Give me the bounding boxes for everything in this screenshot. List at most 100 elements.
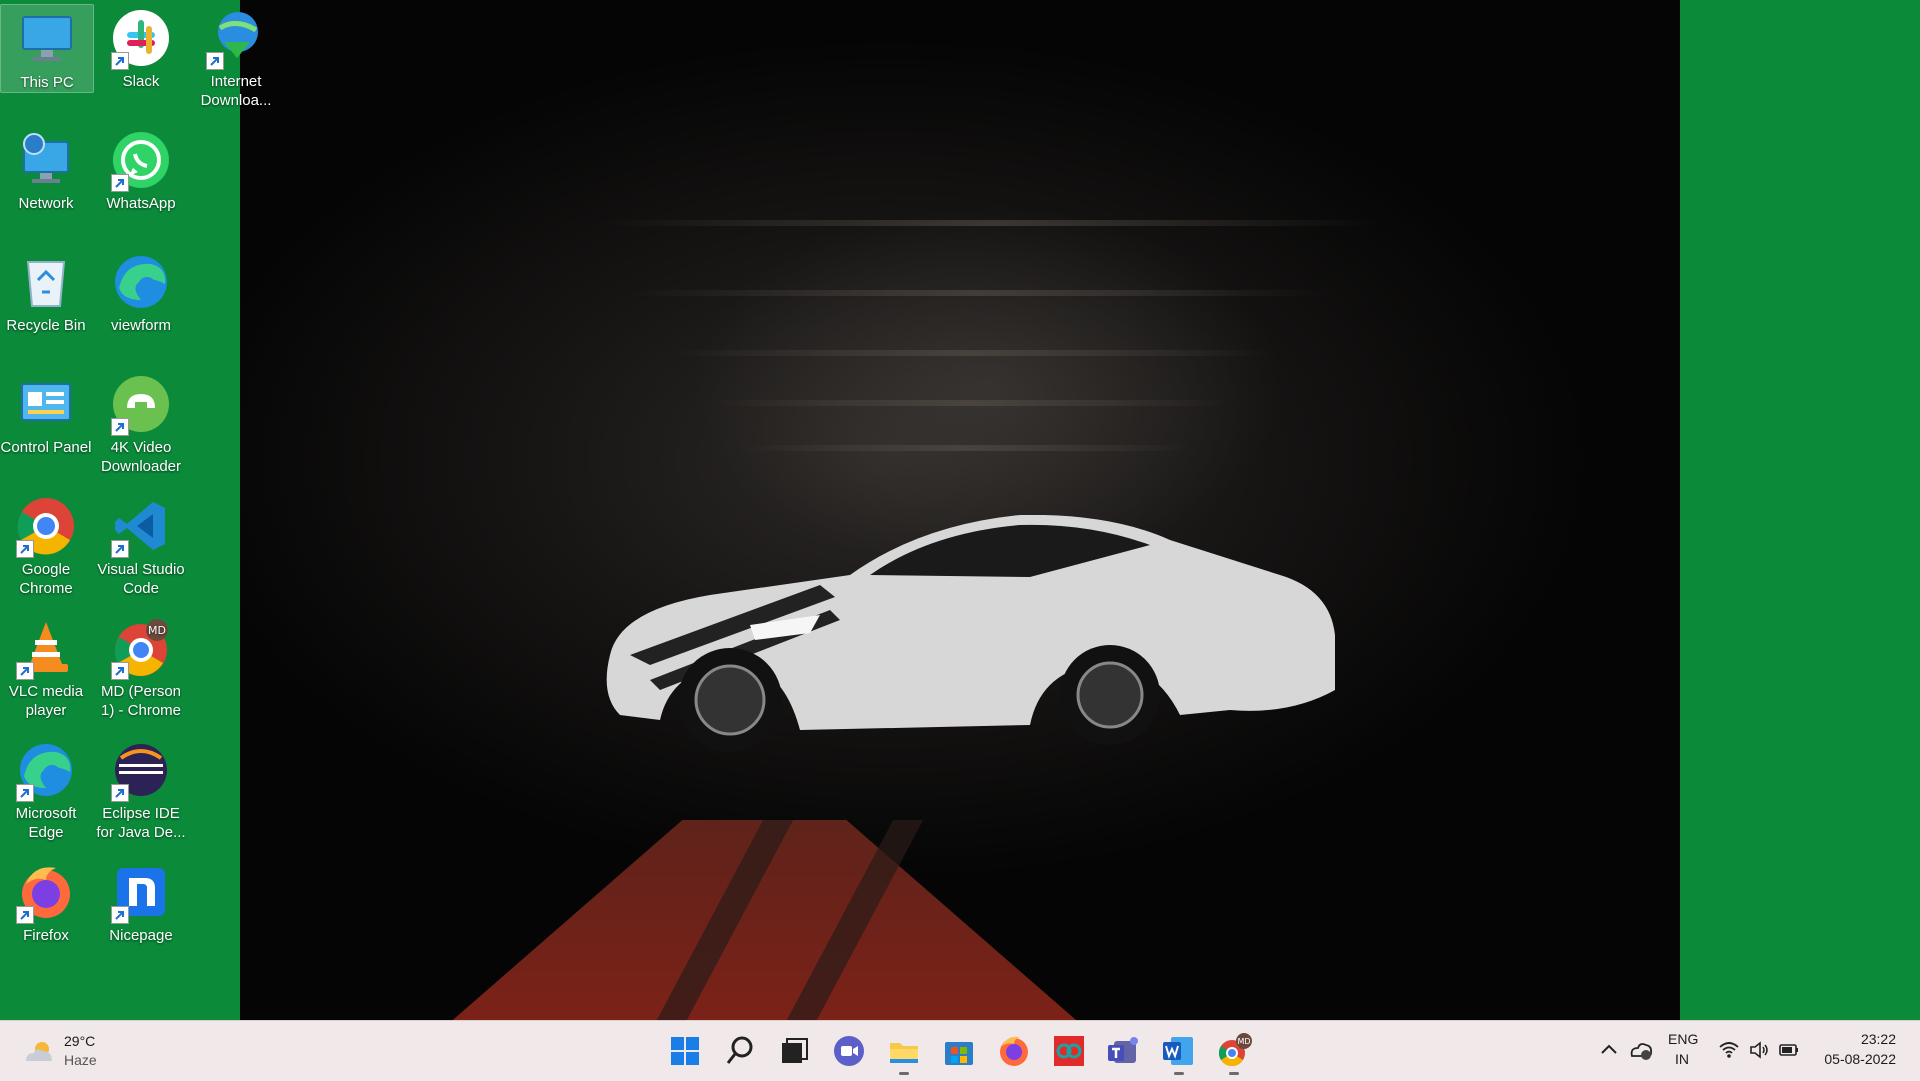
windows-start-icon [671,1037,699,1065]
desktop-icon-google-chrome[interactable]: Google Chrome [0,492,92,598]
desktop-icon-nicepage[interactable]: Nicepage [95,858,187,945]
chevron-up-icon [1601,1044,1617,1054]
recycle-bin-icon [16,252,76,312]
microsoft-store-button[interactable] [941,1033,977,1069]
monitor-icon [17,9,77,69]
arduino-button[interactable] [1051,1033,1087,1069]
network-volume-battery-button[interactable] [1716,1037,1806,1063]
teams-chat-icon [834,1036,864,1066]
svg-text:MD: MD [1237,1037,1250,1046]
desktop-icon-eclipse-ide[interactable]: Eclipse IDE for Java De... [95,736,187,842]
store-icon [945,1042,973,1065]
car-illustration [590,514,1350,765]
teams-icon [1108,1037,1138,1063]
arduino-icon [1054,1036,1084,1066]
search-button[interactable] [722,1033,758,1069]
volume-icon [1750,1041,1768,1059]
desktop-icon-whatsapp[interactable]: WhatsApp [95,126,187,213]
input-language-button[interactable]: ENG IN [1664,1031,1704,1073]
desktop[interactable]: This PC Slack Internet Downloa... Networ… [0,0,1920,1020]
shortcut-arrow-icon [111,174,129,192]
desktop-icon-label: Microsoft Edge [15,805,77,841]
shortcut-arrow-icon [206,52,224,70]
desktop-icon-md-chrome-profile[interactable]: MD MD (Person 1) - Chrome [95,614,187,720]
desktop-icon-label: Eclipse IDE for Java De... [96,805,186,841]
shortcut-arrow-icon [16,540,34,558]
desktop-icon-internet-download-manager[interactable]: Internet Downloa... [190,4,282,110]
teams-button[interactable] [1106,1033,1142,1069]
shortcut-arrow-icon [111,906,129,924]
desktop-icon-slack[interactable]: Slack [95,4,187,91]
chat-button[interactable] [831,1033,867,1069]
desktop-icon-label: VLC media player [8,683,84,719]
desktop-icon-label: This PC [20,74,74,91]
nicepage-icon [111,862,171,924]
eclipse-icon [111,740,171,802]
task-view-button[interactable] [776,1033,812,1069]
word-icon [1163,1037,1193,1065]
clock-date: 05-08-2022 [1824,1051,1896,1067]
language-region: IN [1675,1051,1689,1067]
desktop-icon-this-pc[interactable]: This PC [0,4,94,93]
shortcut-arrow-icon [111,784,129,802]
desktop-icon-microsoft-edge[interactable]: Microsoft Edge [0,736,92,842]
running-indicator [899,1072,909,1075]
vscode-icon [111,496,171,558]
network-icon [16,130,76,190]
desktop-icon-recycle-bin[interactable]: Recycle Bin [0,248,92,335]
onedrive-status-button[interactable] [1628,1038,1654,1062]
firefox-taskbar-button[interactable] [996,1033,1032,1069]
chrome-taskbar-button[interactable]: MD [1216,1033,1252,1075]
shortcut-arrow-icon [16,906,34,924]
search-icon [726,1036,753,1064]
edge-icon [16,740,76,802]
desktop-icon-label: viewform [110,317,171,334]
desktop-icon-label: 4K Video Downloader [100,439,182,475]
start-button[interactable] [667,1033,703,1069]
desktop-icon-label: Google Chrome [19,561,73,597]
desktop-icon-vlc-media-player[interactable]: VLC media player [0,614,92,720]
cloud-sync-icon [1630,1043,1653,1060]
whatsapp-icon [111,130,171,192]
chrome-icon [16,496,76,558]
control-panel-icon [16,374,76,434]
word-button[interactable] [1161,1033,1197,1075]
battery-icon [1779,1044,1798,1056]
desktop-icon-network[interactable]: Network [0,126,92,213]
svg-text:MD: MD [148,624,166,637]
shortcut-arrow-icon [111,418,129,436]
desktop-icon-visual-studio-code[interactable]: Visual Studio Code [95,492,187,598]
running-indicator [1174,1072,1184,1075]
chrome-profile-icon: MD [1218,1033,1252,1067]
slack-icon [111,8,171,70]
edge-icon [111,252,171,312]
vlc-icon [16,618,76,680]
wallpaper-image [240,0,1680,1020]
clock-button[interactable]: 23:22 05-08-2022 [1810,1031,1910,1073]
desktop-icon-4k-video-downloader[interactable]: 4K Video Downloader [95,370,187,476]
show-hidden-icons-button[interactable] [1598,1039,1620,1061]
shortcut-arrow-icon [16,784,34,802]
desktop-icon-label: Nicepage [109,927,173,944]
desktop-icon-control-panel[interactable]: Control Panel [0,370,92,457]
firefox-icon [16,862,76,924]
desktop-icon-label: Control Panel [0,439,92,456]
internet-download-manager-icon [206,8,266,70]
desktop-icon-firefox[interactable]: Firefox [0,858,92,945]
desktop-icon-label: Firefox [23,927,69,944]
weather-temp: 29°C [64,1033,96,1049]
desktop-icon-label: Visual Studio Code [97,561,185,597]
shortcut-arrow-icon [111,52,129,70]
shortcut-arrow-icon [111,662,129,680]
desktop-icon-label: Slack [122,73,160,90]
desktop-icon-label: WhatsApp [106,195,176,212]
chrome-profile-icon: MD [111,618,171,680]
4k-video-downloader-icon [111,374,171,436]
desktop-icon-label: MD (Person 1) - Chrome [100,683,182,719]
wifi-icon [1719,1042,1739,1058]
weather-widget[interactable]: 29°C Haze [20,1031,140,1073]
file-explorer-icon [890,1043,918,1063]
clock-time: 23:22 [1860,1031,1896,1047]
desktop-icon-viewform[interactable]: viewform [95,248,187,335]
file-explorer-button[interactable] [886,1033,922,1075]
